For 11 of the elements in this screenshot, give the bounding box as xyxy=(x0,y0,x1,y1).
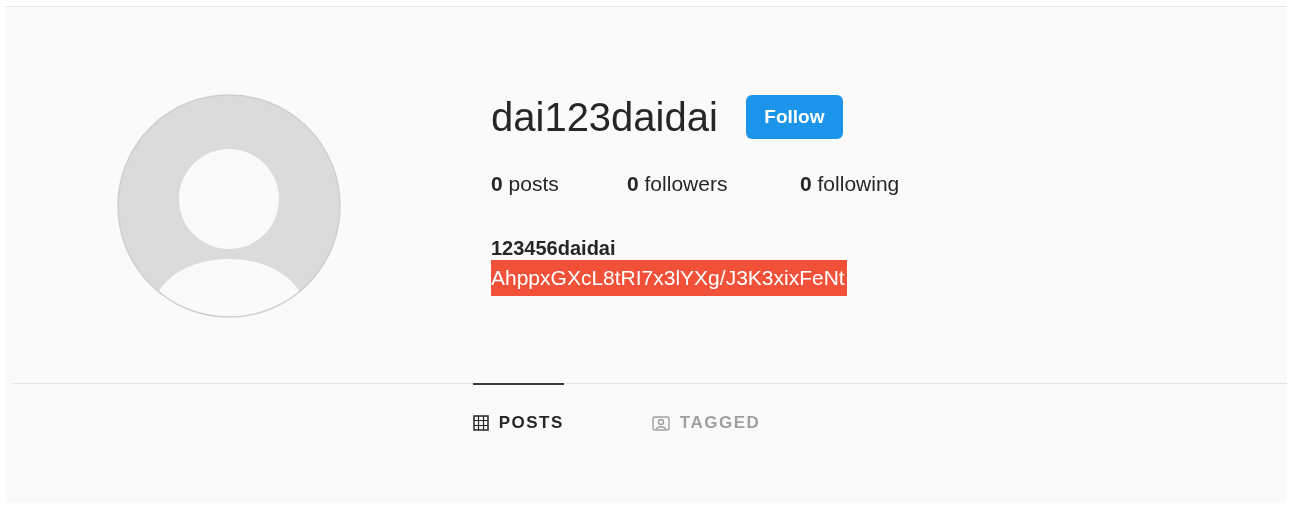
profile-tab[interactable]: TAGGED xyxy=(651,383,761,462)
profile-tab[interactable]: POSTS xyxy=(472,383,564,462)
follow-button[interactable]: Follow xyxy=(745,95,843,139)
username: dai123daidai xyxy=(491,97,718,137)
stat-text: 0 posts xyxy=(491,171,560,197)
stat-text: 0 following xyxy=(800,171,900,197)
portrait-icon xyxy=(651,414,670,431)
profile-name: 123456daidai xyxy=(491,235,617,260)
stat-text: 0 followers xyxy=(627,171,729,197)
bio-text: AhppxGXcL8tRI7x3lYXg/J3K3xixFeNt xyxy=(491,259,847,296)
grid-icon xyxy=(472,414,489,431)
